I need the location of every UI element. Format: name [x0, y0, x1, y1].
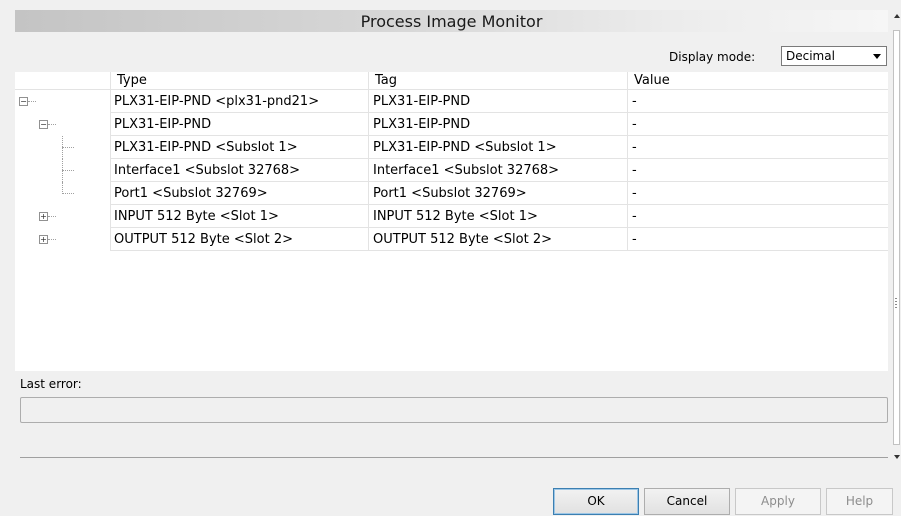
column-header-tag[interactable]: Tag [368, 72, 627, 89]
cell-type: PLX31-EIP-PND <plx31-pnd21> [110, 90, 368, 113]
cell-tag: PLX31-EIP-PND [368, 90, 627, 113]
tree-line [48, 216, 56, 217]
table-row[interactable]: Port1 <Subslot 32769> Port1 <Subslot 327… [15, 182, 888, 205]
cancel-button[interactable]: Cancel [644, 488, 730, 515]
cell-type: INPUT 512 Byte <Slot 1> [110, 205, 368, 228]
table-header: Type Tag Value [15, 72, 888, 90]
cell-value: - [627, 205, 888, 228]
chevron-down-icon [873, 54, 881, 59]
table-row[interactable]: − PLX31-EIP-PND <plx31-pnd21> PLX31-EIP-… [15, 90, 888, 113]
tree-indent [15, 159, 110, 182]
cell-type: OUTPUT 512 Byte <Slot 2> [110, 228, 368, 251]
help-button[interactable]: Help [826, 488, 893, 515]
cell-value: - [627, 159, 888, 182]
tree-indent: + [15, 228, 110, 251]
apply-button[interactable]: Apply [735, 488, 821, 515]
window-left-edge [0, 0, 8, 516]
table-row[interactable]: − PLX31-EIP-PND PLX31-EIP-PND - [15, 113, 888, 136]
cell-tag: PLX31-EIP-PND [368, 113, 627, 136]
column-header-type[interactable]: Type [110, 72, 368, 89]
tree-indent [15, 136, 110, 159]
scroll-down-icon[interactable] [894, 455, 900, 459]
cell-tag: Port1 <Subslot 32769> [368, 182, 627, 205]
divider [20, 457, 888, 458]
ok-button[interactable]: OK [553, 488, 639, 515]
cell-value: - [627, 90, 888, 113]
cell-type: PLX31-EIP-PND <Subslot 1> [110, 136, 368, 159]
cell-tag: Interface1 <Subslot 32768> [368, 159, 627, 182]
table-row[interactable]: + OUTPUT 512 Byte <Slot 2> OUTPUT 512 By… [15, 228, 888, 251]
tree-indent: + [15, 205, 110, 228]
tree-indent: − [15, 113, 110, 136]
cell-tag: INPUT 512 Byte <Slot 1> [368, 205, 627, 228]
panel-title: Process Image Monitor [15, 10, 888, 32]
display-mode-select[interactable]: Decimal [781, 46, 887, 66]
column-header-value[interactable]: Value [627, 72, 888, 89]
table-row[interactable]: Interface1 <Subslot 32768> Interface1 <S… [15, 159, 888, 182]
tree-line [62, 147, 74, 148]
cell-type: Interface1 <Subslot 32768> [110, 159, 368, 182]
cell-tag: OUTPUT 512 Byte <Slot 2> [368, 228, 627, 251]
cell-value: - [627, 228, 888, 251]
last-error-field[interactable] [20, 397, 888, 423]
cell-type: PLX31-EIP-PND [110, 113, 368, 136]
scroll-up-icon[interactable] [894, 14, 900, 18]
scrollbar-thumb[interactable] [893, 30, 900, 445]
display-mode-value: Decimal [786, 49, 835, 63]
cell-value: - [627, 113, 888, 136]
display-mode-label: Display mode: [669, 50, 756, 64]
last-error-label: Last error: [20, 377, 82, 391]
expand-icon[interactable]: + [39, 235, 48, 244]
tree-indent: − [15, 90, 110, 113]
grip-icon [895, 298, 897, 308]
table-row[interactable]: PLX31-EIP-PND <Subslot 1> PLX31-EIP-PND … [15, 136, 888, 159]
expand-icon[interactable]: + [39, 212, 48, 221]
cell-tag: PLX31-EIP-PND <Subslot 1> [368, 136, 627, 159]
table-row[interactable]: + INPUT 512 Byte <Slot 1> INPUT 512 Byte… [15, 205, 888, 228]
collapse-icon[interactable]: − [39, 120, 48, 129]
tree-line [62, 193, 74, 194]
cell-value: - [627, 136, 888, 159]
tree-indent [15, 182, 110, 205]
tree-line [48, 124, 56, 125]
tree-line [48, 239, 56, 240]
cell-type: Port1 <Subslot 32769> [110, 182, 368, 205]
cell-value: - [627, 182, 888, 205]
vertical-scrollbar[interactable] [893, 0, 901, 516]
collapse-icon[interactable]: − [19, 97, 28, 106]
tree-line [62, 170, 74, 171]
tree-line [28, 101, 36, 102]
process-image-table: Type Tag Value − PLX31-EIP-PND <plx31-pn… [15, 72, 888, 371]
